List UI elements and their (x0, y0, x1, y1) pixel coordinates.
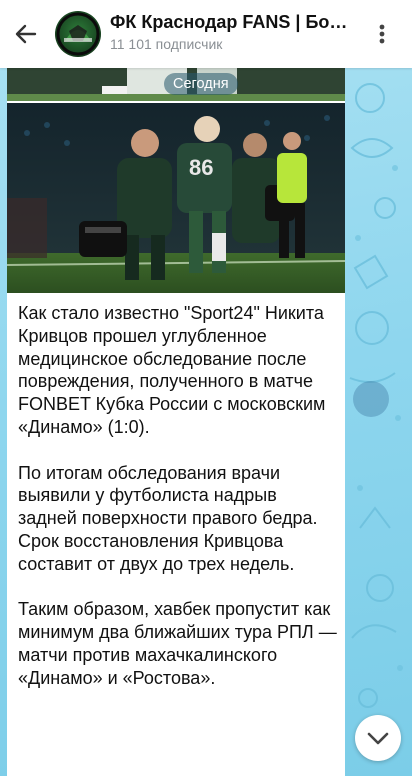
chevron-down-icon (367, 732, 389, 745)
more-vertical-icon (379, 24, 385, 44)
post-photo[interactable]: 86 (7, 103, 345, 293)
back-button[interactable] (10, 18, 42, 50)
channel-avatar[interactable] (55, 11, 101, 57)
subscriber-count: 11 101 подписчик (110, 36, 223, 52)
scroll-down-button[interactable] (355, 715, 401, 761)
post-paragraph-1: Как стало известно "Sport24" Никита Крив… (18, 303, 326, 437)
scroll-indicator[interactable] (353, 381, 389, 417)
channel-title[interactable]: ФК Краснодар FANS | Бо… (110, 12, 360, 33)
menu-button[interactable] (370, 20, 394, 48)
post-paragraph-3: Таким образом, хавбек пропустит как мини… (18, 599, 337, 688)
date-badge: Сегодня (164, 73, 238, 95)
jersey-number: 86 (189, 155, 213, 180)
channel-post: 86 Как стало известно "Sport24" Никита К… (7, 68, 345, 776)
post-paragraph-2: По итогам обследования врачи выявили у ф… (18, 462, 318, 574)
injured-player-photo: 86 (7, 103, 345, 293)
club-logo-image (56, 12, 100, 56)
post-text: Как стало известно "Sport24" Никита Крив… (18, 302, 340, 712)
arrow-left-icon (15, 24, 37, 44)
chat-header: ФК Краснодар FANS | Бо… 11 101 подписчик (0, 0, 412, 68)
